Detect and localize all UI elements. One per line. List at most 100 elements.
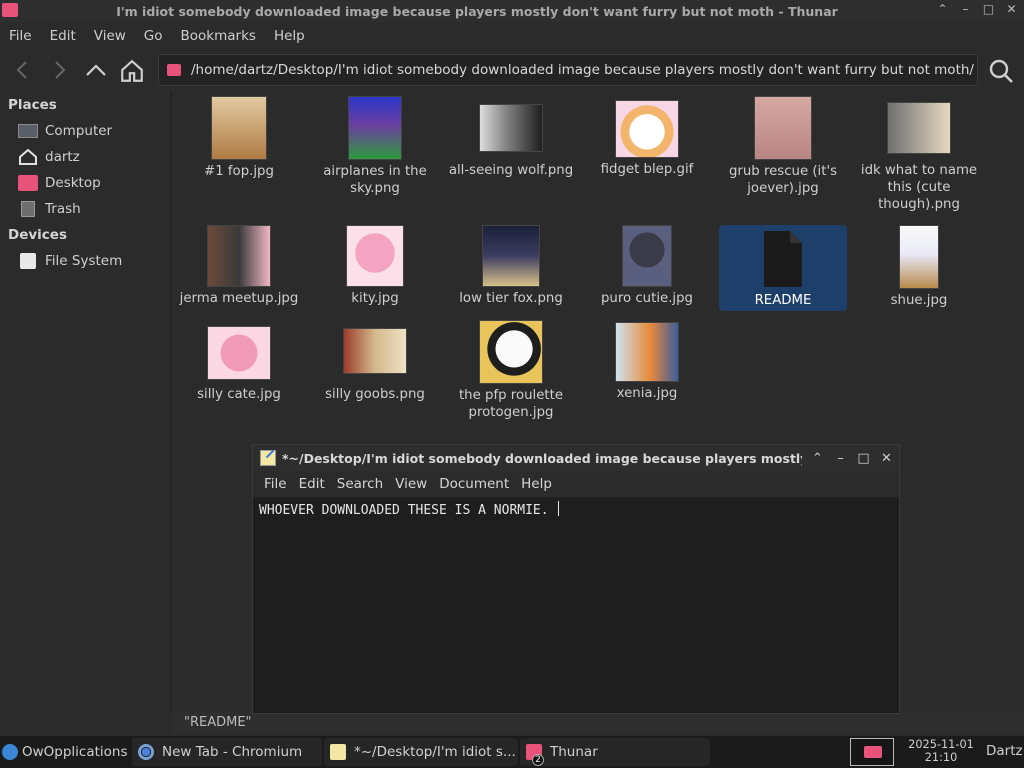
file-item-selected[interactable]: README — [719, 225, 847, 311]
home-button[interactable] — [119, 58, 145, 82]
file-item[interactable]: grub rescue (it's joever).jpg — [719, 96, 847, 197]
file-name: silly cate.jpg — [197, 387, 281, 402]
document-text: WHOEVER DOWNLOADED THESE IS A NORMIE. — [259, 503, 557, 518]
file-item[interactable]: #1 fop.jpg — [175, 96, 303, 180]
image-thumbnail — [348, 96, 402, 160]
collapse-window-icon[interactable]: ⌃ — [811, 451, 824, 466]
collapse-window-icon[interactable]: ⌃ — [936, 2, 949, 16]
thunar-window-title: I'm idiot somebody downloaded image beca… — [116, 3, 838, 19]
thunar-app-icon[interactable] — [2, 3, 18, 17]
forward-button[interactable] — [46, 58, 72, 82]
file-name: idk what to name this (cute though).png — [860, 163, 978, 212]
folder-icon — [167, 64, 181, 76]
image-thumbnail — [207, 326, 271, 380]
file-name: kity.jpg — [351, 291, 399, 306]
task-text-editor[interactable]: *~/Desktop/I'm idiot s... — [324, 738, 518, 766]
home-icon — [121, 59, 143, 82]
sidebar-item-computer[interactable]: Computer — [0, 118, 170, 144]
maximize-window-button[interactable]: □ — [982, 2, 995, 16]
clock[interactable]: 2025-11-01 21:10 — [904, 738, 978, 764]
parent-folder-button[interactable] — [83, 58, 109, 82]
file-item[interactable]: xenia.jpg — [583, 322, 711, 402]
file-name: the pfp roulette protogen.jpg — [458, 388, 564, 420]
chevron-left-icon — [16, 61, 27, 79]
location-bar[interactable]: /home/dartz/Desktop/I'm idiot somebody d… — [158, 54, 978, 86]
menu-bookmarks[interactable]: Bookmarks — [180, 28, 265, 44]
tray-folder-button[interactable] — [850, 738, 894, 766]
chromium-icon — [138, 744, 154, 760]
task-label: Thunar — [550, 744, 598, 760]
sidebar-item-label: Trash — [45, 201, 81, 217]
sidebar-item-dartz[interactable]: dartz — [0, 144, 170, 170]
task-label: New Tab - Chromium — [162, 744, 303, 760]
file-item[interactable]: jerma meetup.jpg — [175, 225, 303, 307]
menu-help[interactable]: Help — [273, 28, 314, 44]
image-thumbnail — [754, 96, 812, 160]
file-item[interactable]: silly goobs.png — [311, 328, 439, 403]
file-item[interactable]: silly cate.jpg — [175, 326, 303, 403]
file-item[interactable]: fidget blep.gif — [583, 100, 711, 178]
back-button[interactable] — [10, 58, 36, 82]
image-thumbnail — [482, 225, 540, 287]
minimize-window-button[interactable]: – — [959, 2, 972, 16]
maximize-window-button[interactable]: □ — [857, 451, 870, 466]
menu-edit[interactable]: Edit — [294, 476, 332, 492]
applications-menu-button[interactable]: OwOpplications — [0, 738, 130, 766]
file-name: fidget blep.gif — [600, 162, 694, 177]
user-name[interactable]: Dartz — [986, 743, 1023, 759]
file-name: #1 fop.jpg — [204, 164, 274, 179]
sidebar-places-header: Places — [8, 97, 57, 113]
menu-help[interactable]: Help — [516, 476, 559, 492]
file-name: airplanes in the sky.png — [323, 164, 427, 196]
image-thumbnail — [479, 104, 543, 152]
file-item[interactable]: kity.jpg — [311, 225, 439, 307]
menu-view[interactable]: View — [390, 476, 434, 492]
sidebar-item-trash[interactable]: Trash — [0, 196, 170, 222]
sidebar-item-label: File System — [45, 253, 123, 269]
file-item[interactable]: airplanes in the sky.png — [311, 96, 439, 197]
chevron-up-icon — [86, 64, 106, 76]
task-thunar[interactable]: Thunar 2 — [520, 738, 710, 766]
minimize-window-button[interactable]: – — [834, 451, 847, 466]
search-icon — [989, 59, 1013, 83]
image-thumbnail — [207, 225, 271, 287]
close-window-button[interactable]: ✕ — [880, 451, 893, 466]
image-thumbnail — [211, 96, 267, 160]
menu-edit[interactable]: Edit — [49, 28, 85, 44]
sidebar-item-desktop[interactable]: Desktop — [0, 170, 170, 196]
thunar-menubar: File Edit View Go Bookmarks Help — [0, 24, 1024, 48]
text-cursor — [558, 501, 560, 516]
file-item[interactable]: idk what to name this (cute though).png — [855, 102, 983, 213]
menu-file[interactable]: File — [8, 28, 41, 44]
file-name: silly goobs.png — [325, 387, 425, 402]
file-name: README — [754, 293, 812, 308]
sidebar-item-label: Computer — [45, 123, 113, 139]
image-thumbnail — [479, 320, 543, 384]
file-name: all-seeing wolf.png — [448, 163, 574, 178]
search-button[interactable] — [988, 58, 1014, 84]
menu-file[interactable]: File — [259, 476, 294, 492]
home-icon — [19, 149, 37, 165]
file-item[interactable]: shue.jpg — [855, 225, 983, 309]
image-thumbnail — [615, 322, 679, 382]
image-thumbnail — [615, 100, 679, 158]
desktop-folder-icon — [18, 175, 38, 191]
file-item[interactable]: puro cutie.jpg — [583, 225, 711, 307]
file-name: low tier fox.png — [459, 291, 563, 306]
menu-go[interactable]: Go — [143, 28, 172, 44]
folder-icon — [864, 746, 882, 758]
text-editor-icon — [330, 744, 346, 760]
text-editor-titlebar[interactable]: *~/Desktop/I'm idiot somebody downloaded… — [253, 445, 899, 471]
text-editor-content[interactable]: WHOEVER DOWNLOADED THESE IS A NORMIE. — [257, 499, 895, 709]
file-item[interactable]: the pfp roulette protogen.jpg — [447, 320, 575, 421]
file-name: shue.jpg — [890, 293, 948, 308]
image-thumbnail — [899, 225, 939, 289]
menu-view[interactable]: View — [93, 28, 135, 44]
menu-document[interactable]: Document — [434, 476, 516, 492]
file-item[interactable]: all-seeing wolf.png — [447, 104, 575, 179]
close-window-button[interactable]: ✕ — [1005, 2, 1018, 16]
file-item[interactable]: low tier fox.png — [447, 225, 575, 307]
task-chromium[interactable]: New Tab - Chromium — [132, 738, 322, 766]
sidebar-item-file-system[interactable]: File System — [0, 248, 170, 274]
menu-search[interactable]: Search — [332, 476, 390, 492]
